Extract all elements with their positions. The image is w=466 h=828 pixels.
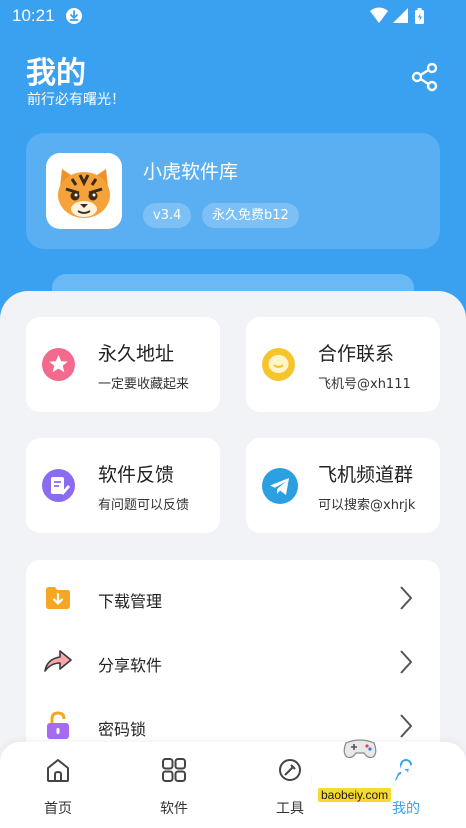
watermark-text: 宝贝游戏网 — [300, 763, 425, 792]
tile-subtitle: 飞机号@xh111 — [318, 377, 411, 392]
tile-subtitle: 有问题可以反馈 — [98, 498, 190, 513]
telegram-icon — [262, 468, 298, 504]
tile-title: 软件反馈 — [98, 464, 175, 486]
lock-icon — [42, 709, 74, 741]
tile-title: 飞机频道群 — [318, 464, 414, 486]
home-icon — [44, 756, 72, 784]
tile-subtitle: 一定要收藏起来 — [98, 377, 190, 392]
tab-label: 首页 — [44, 801, 72, 817]
battery-icon — [415, 8, 424, 24]
tile-software-feedback[interactable]: 软件反馈 有问题可以反馈 — [26, 438, 220, 533]
grid-icon — [160, 756, 188, 784]
menu-item-label: 密码锁 — [98, 720, 147, 739]
tab-home[interactable]: 首页 — [0, 742, 116, 828]
chevron-right-icon — [398, 585, 414, 611]
tiger-logo — [46, 153, 122, 229]
share-icon[interactable] — [410, 62, 440, 92]
tile-telegram-channel[interactable]: 飞机频道群 可以搜索@xhrjk — [246, 438, 440, 533]
app-info-card: 小虎软件库 v3.4 永久免费b12 — [26, 133, 440, 249]
menu-list: 下载管理 分享软件 密码锁 — [26, 560, 440, 760]
status-icons — [370, 7, 432, 29]
app-name: 小虎软件库 — [143, 161, 239, 183]
share-arrow-icon — [42, 645, 74, 677]
chevron-right-icon — [398, 649, 414, 675]
menu-item-label: 下载管理 — [98, 592, 163, 611]
page-title: 我的 — [26, 56, 86, 91]
watermark: 宝贝游戏网 baobeiy.com — [282, 735, 466, 810]
tile-permanent-address[interactable]: 永久地址 一定要收藏起来 — [26, 317, 220, 412]
tile-subtitle: 可以搜索@xhrjk — [318, 498, 416, 513]
signal-icon — [393, 8, 408, 23]
menu-item-label: 分享软件 — [98, 656, 163, 675]
download-arrow-icon — [66, 8, 82, 24]
tile-cooperation-contact[interactable]: 合作联系 飞机号@xh111 — [246, 317, 440, 412]
tab-software[interactable]: 软件 — [116, 742, 232, 828]
menu-item-download-manager[interactable]: 下载管理 — [26, 564, 440, 628]
page-subtitle: 前行必有曙光！ — [27, 92, 125, 108]
status-bar: 10:21 — [0, 0, 466, 32]
free-badge: 永久免费b12 — [202, 203, 299, 228]
menu-item-share-software[interactable]: 分享软件 — [26, 628, 440, 692]
tile-title: 合作联系 — [318, 343, 395, 365]
tab-label: 软件 — [160, 801, 188, 817]
version-badge: v3.4 — [143, 203, 192, 228]
wifi-icon — [370, 7, 388, 23]
tile-title: 永久地址 — [98, 343, 175, 365]
feedback-edit-icon — [42, 469, 75, 502]
status-time: 10:21 — [12, 6, 55, 25]
watermark-url: baobeiy.com — [318, 788, 392, 802]
download-folder-icon — [42, 581, 74, 613]
chat-bubble-icon — [262, 348, 295, 381]
star-icon — [42, 348, 75, 381]
